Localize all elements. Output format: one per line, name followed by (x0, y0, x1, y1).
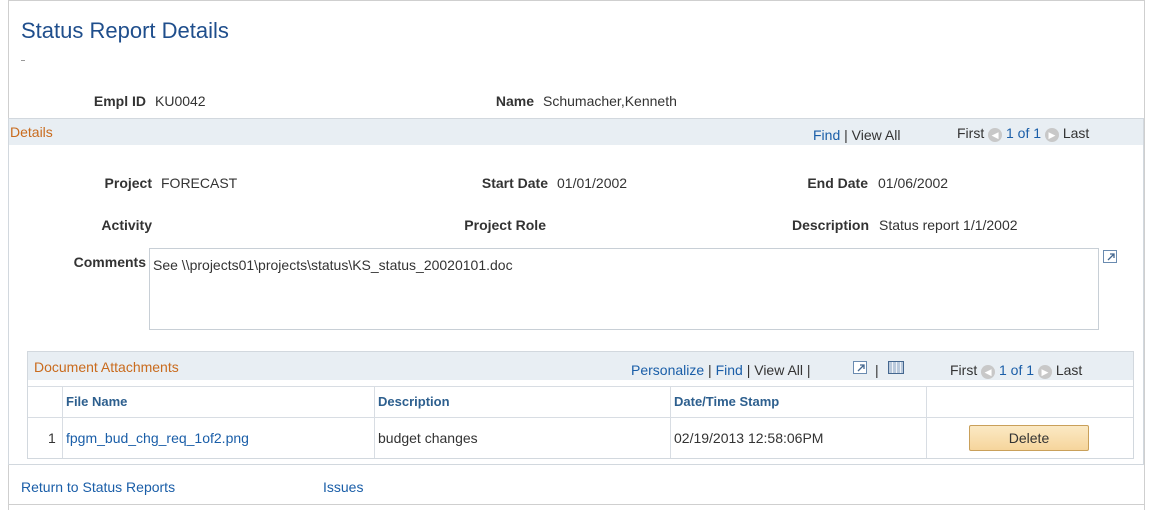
arrow-right-circle-icon: ▶ (1044, 128, 1059, 142)
expand-window-icon[interactable] (853, 361, 867, 374)
attachments-find-link[interactable]: Find (716, 362, 743, 378)
delete-button[interactable]: Delete (969, 425, 1089, 451)
grid-download-icon[interactable] (888, 361, 904, 374)
attachment-description: budget changes (378, 430, 478, 446)
arrow-left-circle-icon: ◀ (988, 128, 1003, 142)
expand-window-icon[interactable] (1103, 250, 1117, 263)
name-label: Name (495, 93, 534, 109)
arrow-left-circle-icon: ◀ (981, 365, 996, 379)
attachment-file-link[interactable]: fpgm_bud_chg_req_1of2.png (66, 430, 249, 446)
project-value: FORECAST (161, 175, 238, 191)
page-frame-bottom (8, 504, 1145, 505)
column-header-description[interactable]: Description (378, 394, 450, 409)
divider-mark (21, 60, 25, 61)
grid-divider (28, 386, 1133, 387)
column-header-timestamp[interactable]: Date/Time Stamp (674, 394, 779, 409)
details-find-link[interactable]: Find (813, 127, 840, 143)
nav-separator: | (875, 362, 879, 378)
attachment-timestamp: 02/19/2013 12:58:06PM (674, 430, 824, 446)
details-first-label: First (957, 125, 985, 141)
start-date-value: 01/01/2002 (557, 175, 628, 191)
column-header-file-name[interactable]: File Name (66, 394, 127, 409)
details-view-all[interactable]: View All (852, 127, 901, 143)
end-date-label: End Date (807, 175, 868, 191)
grid-divider (670, 386, 671, 458)
start-date-label: Start Date (481, 175, 548, 191)
description-label: Description (791, 217, 869, 233)
emplid-value: KU0042 (155, 93, 206, 109)
details-header: Details (10, 124, 53, 140)
grid-divider (28, 417, 1133, 418)
activity-label: Activity (101, 217, 152, 233)
return-to-status-reports-link[interactable]: Return to Status Reports (21, 479, 175, 495)
comments-field[interactable]: See \\projects01\projects\status\KS_stat… (149, 248, 1099, 330)
details-last-label: Last (1062, 125, 1090, 141)
nav-separator: | (806, 362, 811, 378)
details-count: 1 of 1 (1006, 125, 1042, 141)
nav-separator: | (746, 362, 751, 378)
row-number: 1 (48, 430, 56, 446)
issues-link[interactable]: Issues (323, 479, 363, 495)
arrow-right-circle-icon: ▶ (1037, 365, 1052, 379)
attachments-pager: First ◀ 1 of 1 ▶ Last (950, 362, 1082, 379)
comments-label: Comments (73, 254, 146, 270)
name-value: Schumacher,Kenneth (543, 93, 677, 109)
details-nav: Find | View All (813, 127, 900, 143)
grid-divider (926, 386, 927, 458)
grid-divider (374, 386, 375, 458)
attachments-last-label: Last (1055, 362, 1083, 378)
description-value: Status report 1/1/2002 (879, 217, 1018, 233)
page-frame-right (1144, 0, 1145, 510)
attachments-first-label: First (950, 362, 978, 378)
attachments-count: 1 of 1 (999, 362, 1035, 378)
project-role-label: Project Role (464, 217, 546, 233)
personalize-link[interactable]: Personalize (631, 362, 704, 378)
project-label: Project (104, 175, 152, 191)
attachments-nav: Personalize | Find | View All | (631, 362, 811, 378)
attachments-header: Document Attachments (34, 359, 179, 375)
nav-separator: | (708, 362, 712, 378)
details-pager: First ◀ 1 of 1 ▶ Last (957, 125, 1089, 142)
nav-separator: | (844, 127, 848, 143)
grid-divider (62, 386, 63, 458)
page-title: Status Report Details (21, 18, 229, 43)
emplid-label: Empl ID (93, 93, 146, 109)
attachments-view-all[interactable]: View All (754, 362, 803, 378)
end-date-value: 01/06/2002 (878, 175, 949, 191)
page-frame-top (8, 0, 1145, 1)
